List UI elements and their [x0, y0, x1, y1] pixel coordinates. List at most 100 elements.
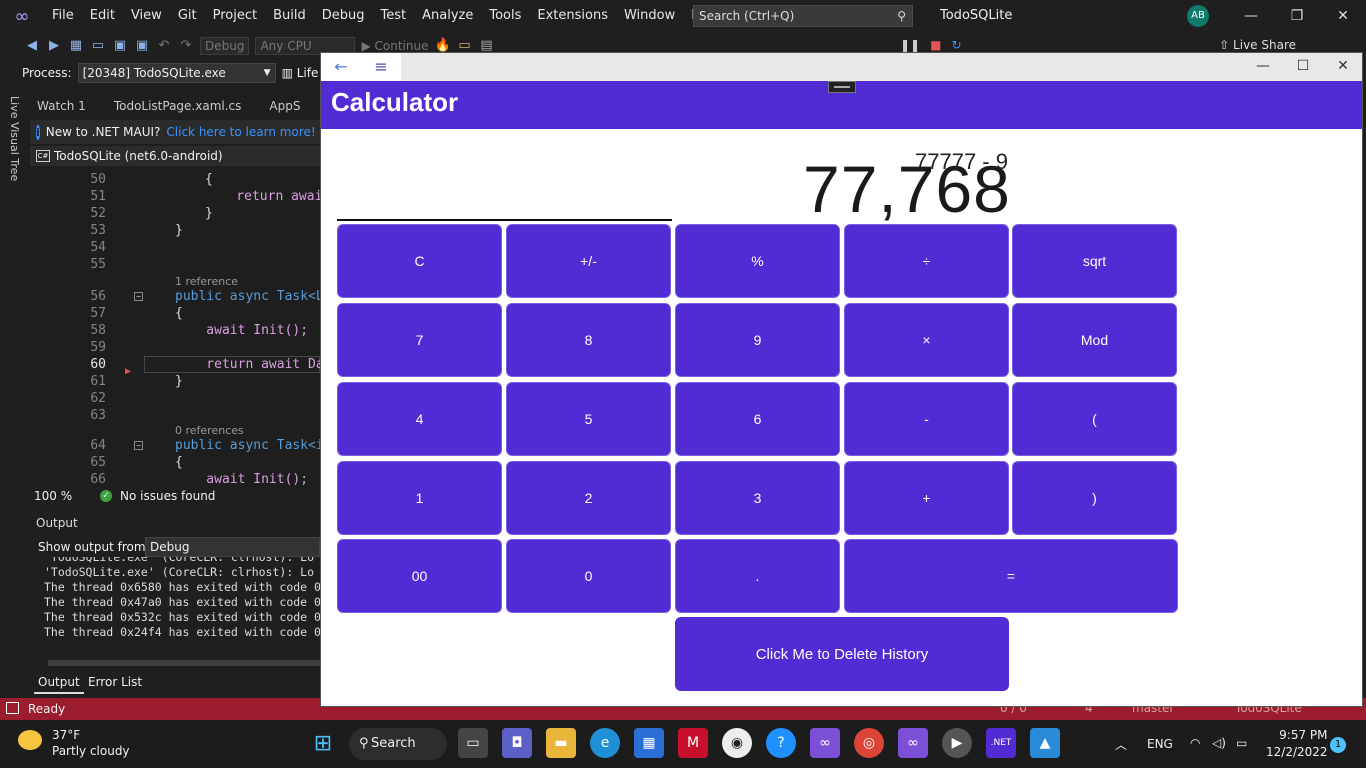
history-entry-underline[interactable] — [337, 219, 672, 221]
configuration-dropdown[interactable]: Debug — [200, 37, 250, 55]
close-paren-button[interactable]: ) — [1012, 461, 1177, 535]
delete-history-button[interactable]: Click Me to Delete History — [675, 617, 1009, 691]
mod-button[interactable]: Mod — [1012, 303, 1177, 377]
menu-extensions[interactable]: Extensions — [529, 0, 616, 32]
menu-window[interactable]: Window — [616, 0, 683, 32]
divide-button[interactable]: ÷ — [844, 224, 1009, 298]
start-icon[interactable]: ⊞ — [308, 728, 338, 758]
digit-4-button[interactable]: 4 — [337, 382, 502, 456]
menu-analyze[interactable]: Analyze — [414, 0, 481, 32]
battery-icon[interactable]: ▭ — [1236, 736, 1247, 750]
lifecycle-events-button[interactable]: ▥ Life — [282, 66, 319, 80]
negate-button[interactable]: +/- — [506, 224, 671, 298]
digit-6-button[interactable]: 6 — [675, 382, 840, 456]
code-editor[interactable]: 50 { 51 return awai 52} 53} 54 55 1 refer… — [30, 166, 320, 486]
back-arrow-icon[interactable]: ← — [321, 53, 361, 81]
digit-7-button[interactable]: 7 — [337, 303, 502, 377]
stop-icon[interactable]: ■ — [930, 38, 941, 52]
wifi-icon[interactable]: ◠ — [1190, 736, 1200, 750]
media-player-icon[interactable]: ▶ — [942, 728, 972, 758]
tab-appshell[interactable]: AppS — [262, 97, 307, 116]
live-share-button[interactable]: ⇧ Live Share — [1219, 38, 1296, 52]
file-explorer-icon[interactable]: ▬ — [546, 728, 576, 758]
subtract-button[interactable]: - — [844, 382, 1009, 456]
pause-icon[interactable]: ❚❚ — [900, 38, 920, 52]
menu-project[interactable]: Project — [205, 0, 265, 32]
forward-nav-icon[interactable]: ▶ — [46, 38, 62, 54]
xaml-toolbar-handle[interactable] — [828, 81, 856, 93]
digit-1-button[interactable]: 1 — [337, 461, 502, 535]
restart-icon[interactable]: ↻ — [951, 38, 961, 52]
learn-more-link[interactable]: Click here to learn more! — [166, 125, 315, 139]
menu-build[interactable]: Build — [265, 0, 314, 32]
store-icon[interactable]: ▦ — [634, 728, 664, 758]
menu-debug[interactable]: Debug — [314, 0, 373, 32]
save-all-icon[interactable]: ▣ — [134, 38, 150, 54]
tab-error-list[interactable]: Error List — [84, 672, 146, 692]
sqrt-button[interactable]: sqrt — [1012, 224, 1177, 298]
output-horizontal-scrollbar[interactable] — [48, 660, 320, 666]
live-visual-tree-panel[interactable]: Live Visual Tree — [0, 90, 28, 698]
tab-watch-1[interactable]: Watch 1 — [30, 97, 93, 116]
tray-overflow-icon[interactable]: ︿ — [1115, 736, 1127, 753]
undo-icon[interactable]: ↶ — [156, 38, 172, 54]
photos-icon[interactable]: ▲ — [1030, 728, 1060, 758]
app-close-icon[interactable]: ✕ — [1323, 53, 1363, 81]
dotnet-app-icon[interactable]: .NET — [986, 728, 1016, 758]
clear-button[interactable]: C — [337, 224, 502, 298]
digit-2-button[interactable]: 2 — [506, 461, 671, 535]
visual-studio-icon[interactable]: ∞ — [810, 728, 840, 758]
redo-icon[interactable]: ↷ — [178, 38, 194, 54]
percent-button[interactable]: % — [675, 224, 840, 298]
menu-edit[interactable]: Edit — [82, 0, 123, 32]
digit-3-button[interactable]: 3 — [675, 461, 840, 535]
visual-studio-logo-icon[interactable]: ∞ — [0, 0, 44, 32]
mcafee-icon[interactable]: M — [678, 728, 708, 758]
issues-status[interactable]: No issues found — [120, 489, 215, 503]
output-source-dropdown[interactable]: Debug — [145, 537, 320, 557]
open-folder-icon[interactable]: ▭ — [90, 38, 106, 54]
user-avatar[interactable]: AB — [1187, 5, 1209, 27]
vs-search-input[interactable]: Search (Ctrl+Q) ⚲ — [693, 5, 913, 27]
save-icon[interactable]: ▣ — [112, 38, 128, 54]
volume-icon[interactable]: ◁) — [1212, 736, 1226, 750]
help-icon[interactable]: ? — [766, 728, 796, 758]
menu-file[interactable]: File — [44, 0, 82, 32]
visual-studio-preview-icon[interactable]: ∞ — [898, 728, 928, 758]
edge-browser-icon[interactable]: e — [590, 728, 620, 758]
minimize-icon[interactable]: — — [1228, 0, 1274, 32]
github-icon[interactable]: ◉ — [722, 728, 752, 758]
close-icon[interactable]: ✕ — [1320, 0, 1366, 32]
double-zero-button[interactable]: 00 — [337, 539, 502, 613]
task-view-icon[interactable]: ▭ — [458, 728, 488, 758]
teams-chat-icon[interactable]: ◘ — [502, 728, 532, 758]
codelens-references[interactable]: 0 references — [175, 424, 244, 437]
menu-test[interactable]: Test — [373, 0, 415, 32]
tab-todolistpage[interactable]: TodoListPage.xaml.cs — [107, 97, 249, 116]
system-clock[interactable]: 9:57 PM 12/2/2022 — [1266, 727, 1328, 761]
digit-9-button[interactable]: 9 — [675, 303, 840, 377]
new-item-icon[interactable]: ▦ — [68, 38, 84, 54]
equals-button[interactable]: = — [844, 539, 1178, 613]
menu-git[interactable]: Git — [170, 0, 205, 32]
back-nav-icon[interactable]: ◀ — [24, 38, 40, 54]
app-minimize-icon[interactable]: — — [1243, 53, 1283, 81]
menu-tools[interactable]: Tools — [481, 0, 529, 32]
open-paren-button[interactable]: ( — [1012, 382, 1177, 456]
digit-5-button[interactable]: 5 — [506, 382, 671, 456]
menu-view[interactable]: View — [123, 0, 170, 32]
continue-button[interactable]: ▶ Continue — [361, 39, 428, 53]
process-dropdown[interactable]: [20348] TodoSQLite.exe ▼ — [77, 63, 276, 83]
restore-icon[interactable]: ❐ — [1274, 0, 1320, 32]
multiply-button[interactable]: × — [844, 303, 1009, 377]
notification-badge[interactable]: 1 — [1330, 737, 1346, 753]
project-target-bar[interactable]: C# TodoSQLite (net6.0-android) — [30, 146, 320, 166]
digit-8-button[interactable]: 8 — [506, 303, 671, 377]
input-language[interactable]: ENG — [1147, 737, 1173, 751]
digit-0-button[interactable]: 0 — [506, 539, 671, 613]
hamburger-menu-icon[interactable]: ≡ — [361, 53, 401, 81]
tab-output[interactable]: Output — [34, 672, 84, 694]
app-title-bar[interactable]: ← ≡ — ☐ ✕ — [321, 53, 1362, 81]
add-button[interactable]: + — [844, 461, 1009, 535]
app-maximize-icon[interactable]: ☐ — [1283, 53, 1323, 81]
